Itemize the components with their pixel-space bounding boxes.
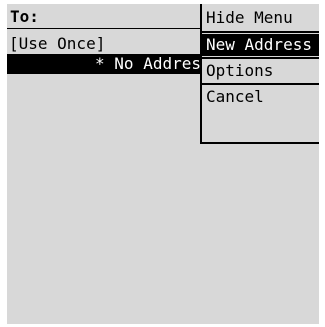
recipient-no-address-selected[interactable]: * No Addres — [7, 54, 201, 74]
menu-divider — [202, 83, 319, 85]
device-screen: To: [Use Once] * No Addres Hide Menu New… — [7, 4, 319, 324]
menu-divider — [202, 31, 319, 33]
to-field-label: To: — [10, 7, 39, 26]
menu-item-hide-menu[interactable]: Hide Menu — [202, 7, 319, 29]
menu-item-new-address[interactable]: New Address — [202, 34, 319, 56]
menu-divider — [202, 57, 319, 59]
recipient-use-once[interactable]: [Use Once] — [7, 34, 203, 54]
to-field-divider — [7, 28, 201, 29]
menu-item-cancel[interactable]: Cancel — [202, 86, 319, 108]
menu-item-options[interactable]: Options — [202, 60, 319, 82]
context-menu: Hide Menu New Address Options Cancel — [200, 4, 319, 144]
